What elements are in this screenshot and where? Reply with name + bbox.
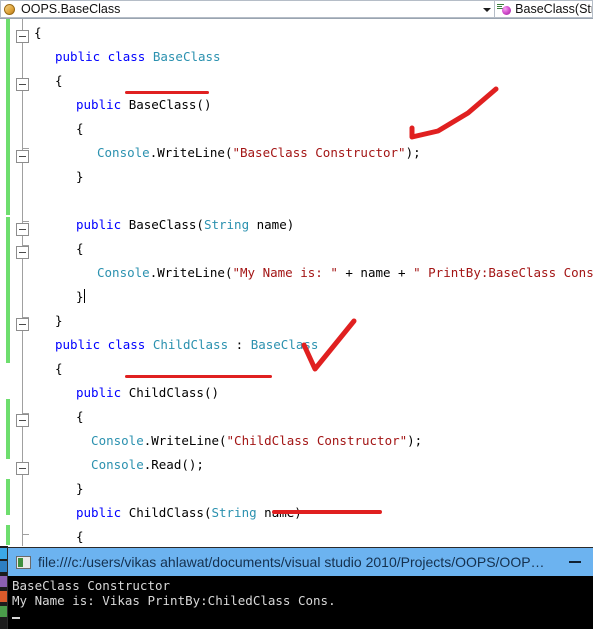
code-line: Console.WriteLine("ChildClass Constructo…	[34, 429, 422, 453]
code-token: Console	[97, 265, 150, 280]
console-output: BaseClass Constructor My Name is: Vikas P…	[8, 576, 593, 629]
code-token: ChildClass()	[128, 385, 219, 400]
taskbar-sliver	[0, 546, 8, 629]
code-token: .WriteLine(	[143, 433, 227, 448]
console-output-line: My Name is: Vikas PrintBy:ChiledClass Co…	[12, 593, 336, 608]
code-line: }	[34, 477, 84, 501]
console-titlebar[interactable]: file:///c:/users/vikas ahlawat/documents…	[8, 548, 593, 576]
code-token: + name +	[337, 265, 414, 280]
text-caret	[83, 289, 85, 303]
code-line: public class BaseClass	[34, 45, 221, 69]
code-token: {	[76, 241, 84, 256]
code-token: {	[76, 529, 84, 544]
console-cursor	[12, 608, 593, 623]
class-icon	[2, 1, 19, 17]
code-line: public ChildClass()	[34, 381, 219, 405]
taskbar-icon[interactable]	[0, 606, 7, 617]
code-token: public class	[55, 337, 153, 352]
code-token: "ChildClass Constructor"	[226, 433, 408, 448]
ink-arrow-childclass-ctor	[301, 318, 357, 372]
code-token: {	[76, 409, 84, 424]
console-window-icon	[16, 555, 31, 569]
code-token: " PrintBy:BaseClass Cons."	[413, 265, 593, 280]
code-token: public	[76, 385, 129, 400]
code-token: .WriteLine(	[149, 145, 233, 160]
code-token: }	[55, 313, 63, 328]
code-token: BaseClass(	[128, 217, 204, 232]
code-token: String	[203, 217, 250, 232]
code-line: {	[34, 237, 84, 261]
code-line: {	[34, 69, 63, 93]
code-token: :	[228, 337, 251, 352]
ink-underline-new-childclass-tick	[334, 505, 354, 508]
minimize-button[interactable]	[563, 548, 593, 576]
chevron-down-icon[interactable]	[479, 1, 494, 17]
code-token: String	[211, 505, 257, 520]
code-token: Console	[76, 457, 144, 472]
code-token: "My Name is: "	[232, 265, 338, 280]
code-line: {	[34, 21, 42, 45]
code-token: name)	[249, 217, 295, 232]
code-line: Console.WriteLine("BaseClass Constructor…	[34, 141, 421, 165]
code-token: public	[76, 505, 129, 520]
code-token: .WriteLine(	[149, 265, 233, 280]
code-token: BaseClass	[152, 49, 221, 64]
ink-underline-childclass-ctor	[125, 375, 272, 378]
code-token: {	[34, 25, 42, 40]
code-token: );	[405, 145, 421, 160]
code-line: public BaseClass()	[34, 93, 211, 117]
console-window[interactable]: file:///c:/users/vikas ahlawat/documents…	[8, 548, 593, 629]
code-line: {	[34, 525, 84, 546]
console-output-line: BaseClass Constructor	[12, 578, 171, 593]
taskbar-icon[interactable]	[0, 576, 7, 587]
type-dropdown[interactable]: OOPS.BaseClass	[0, 0, 496, 18]
code-token: public	[76, 97, 129, 112]
code-line: public BaseClass(String name)	[34, 213, 294, 237]
code-token: .Read();	[143, 457, 204, 472]
code-token: {	[76, 121, 84, 136]
code-line: }	[34, 165, 84, 189]
type-dropdown-value: OOPS.BaseClass	[21, 1, 121, 16]
code-line: public ChildClass(String name)	[34, 501, 302, 525]
code-token: public	[76, 217, 129, 232]
code-line: Console.Read();	[34, 453, 204, 477]
code-token: Console	[76, 433, 144, 448]
code-line: public class ChildClass : BaseClass	[34, 333, 318, 357]
code-token: public class	[55, 49, 153, 64]
ink-underline-baseclass-ctor	[125, 91, 209, 94]
ink-underline-new-childclass	[272, 510, 382, 514]
console-title-text: file:///c:/users/vikas ahlawat/documents…	[38, 554, 545, 570]
code-token: ChildClass(	[128, 505, 212, 520]
code-token: {	[55, 361, 63, 376]
code-token: );	[407, 433, 423, 448]
code-line: Console.WriteLine("My Name is: " + name …	[34, 261, 593, 285]
code-line: {	[34, 357, 63, 381]
method-icon	[496, 1, 513, 17]
ink-arrow-baseclass-ctor	[409, 86, 499, 140]
code-token: "BaseClass Constructor"	[232, 145, 406, 160]
code-token: BaseClass()	[128, 97, 212, 112]
code-editor[interactable]: { public class BaseClass { public BaseClass…	[0, 19, 593, 546]
code-line: {	[34, 405, 84, 429]
code-text[interactable]: { public class BaseClass { public BaseClass…	[0, 19, 593, 546]
taskbar-icon[interactable]	[0, 591, 7, 602]
code-line: }	[34, 309, 63, 333]
taskbar-icon[interactable]	[0, 548, 7, 559]
code-token: }	[76, 169, 84, 184]
code-line: {	[34, 117, 84, 141]
code-line: }	[34, 285, 85, 309]
code-token: {	[55, 73, 63, 88]
code-token: }	[76, 481, 84, 496]
code-navigation-bar: OOPS.BaseClass BaseClass(Strin	[0, 0, 593, 19]
code-token: }	[76, 289, 84, 304]
code-token: ChildClass	[152, 337, 229, 352]
code-token: Console	[97, 145, 150, 160]
taskbar-icon[interactable]	[0, 561, 7, 572]
member-dropdown[interactable]: BaseClass(Strin	[494, 0, 593, 18]
member-dropdown-value: BaseClass(Strin	[515, 1, 592, 16]
